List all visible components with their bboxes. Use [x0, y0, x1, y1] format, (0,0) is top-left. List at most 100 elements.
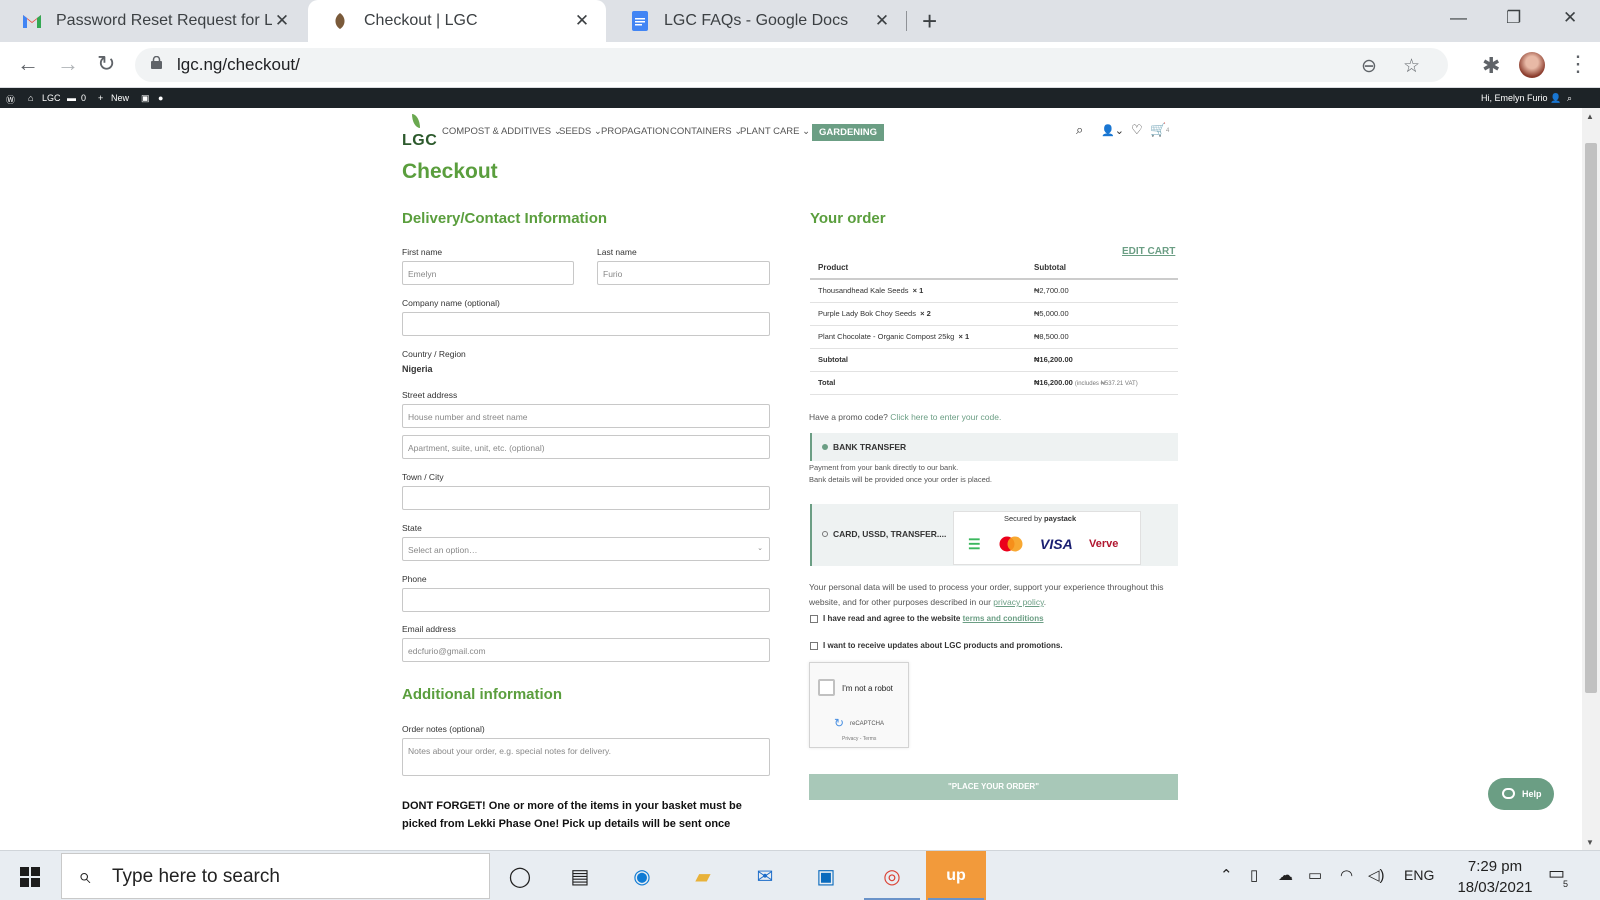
onedrive-icon[interactable]: ☁: [1278, 866, 1293, 884]
new-tab-button[interactable]: +: [922, 8, 937, 34]
search-icon[interactable]: ⌕: [1567, 93, 1572, 104]
bookmark-star-icon[interactable]: ☆: [1403, 55, 1420, 78]
upwork-icon[interactable]: up: [926, 851, 986, 900]
phone-label: Phone: [402, 574, 427, 584]
scroll-up-icon[interactable]: ▲: [1586, 112, 1594, 121]
menu-seeds[interactable]: SEEDS ⌄: [559, 126, 602, 137]
chrome-menu-icon[interactable]: ⋮: [1567, 51, 1589, 77]
menu-propagation[interactable]: PROPAGATION: [601, 126, 669, 137]
table-row: Plant Chocolate - Organic Compost 25kg ×…: [810, 325, 1178, 349]
account-icon[interactable]: 👤⌄: [1101, 124, 1124, 137]
meet-now-icon[interactable]: ▯: [1250, 866, 1258, 884]
cortana-icon[interactable]: ◯: [490, 851, 550, 900]
close-icon[interactable]: ✕: [572, 11, 592, 31]
menu-containers[interactable]: CONTAINERS ⌄: [670, 126, 742, 137]
minimize-button[interactable]: —: [1450, 8, 1467, 28]
file-explorer-icon[interactable]: ▰: [673, 851, 733, 900]
street-input[interactable]: House number and street name: [402, 404, 770, 428]
close-icon[interactable]: ✕: [872, 11, 892, 31]
tab-password-reset[interactable]: Password Reset Request for LGC ✕: [0, 0, 306, 42]
wishlist-heart-icon[interactable]: ♡: [1131, 122, 1143, 138]
item-price: ₦5,000.00: [1026, 302, 1178, 326]
terms-link[interactable]: terms and conditions: [963, 614, 1044, 623]
reload-icon[interactable]: ↻: [97, 51, 115, 77]
recaptcha-links[interactable]: Privacy - Terms: [842, 736, 876, 742]
page-content: LGC COMPOST & ADDITIVES ⌄ SEEDS ⌄ PROPAG…: [0, 108, 1582, 850]
admin-site-link[interactable]: LGC: [42, 93, 61, 103]
tab-checkout[interactable]: Checkout | LGC ✕: [308, 0, 606, 42]
first-name-label: First name: [402, 247, 443, 257]
first-name-input[interactable]: Emelyn: [402, 261, 574, 285]
dell-icon[interactable]: ▣: [796, 851, 856, 900]
place-order-button[interactable]: "PLACE YOUR ORDER": [809, 774, 1178, 800]
admin-greeting[interactable]: Hi, Emelyn Furio: [1481, 93, 1548, 103]
admin-comments-count[interactable]: 0: [81, 93, 86, 103]
profile-avatar[interactable]: [1519, 52, 1545, 78]
table-row: Thousandhead Kale Seeds × 1 ₦2,700.00: [810, 279, 1178, 303]
task-view-icon[interactable]: ▤: [550, 851, 610, 900]
table-row: Purple Lady Bok Choy Seeds × 2 ₦5,000.00: [810, 302, 1178, 326]
forward-icon[interactable]: →: [57, 51, 79, 77]
order-heading: Your order: [810, 210, 886, 227]
recaptcha-checkbox[interactable]: [818, 679, 835, 696]
subtotal-row: Subtotal ₦16,200.00: [810, 348, 1178, 372]
recaptcha-icon: ↻: [834, 716, 845, 730]
edge-icon[interactable]: ◉: [612, 851, 672, 900]
help-button[interactable]: Help: [1488, 778, 1554, 810]
close-icon[interactable]: ✕: [272, 11, 292, 31]
wordpress-icon[interactable]: Ⓦ: [6, 93, 15, 106]
menu-plant-care[interactable]: PLANT CARE ⌄: [740, 126, 810, 137]
chevron-up-icon[interactable]: ⌃: [1220, 866, 1233, 884]
state-label: State: [402, 523, 422, 533]
extensions-icon[interactable]: ✱: [1482, 53, 1500, 79]
bank-transfer-option[interactable]: BANK TRANSFER: [810, 433, 1178, 461]
chrome-icon[interactable]: ◎: [862, 851, 922, 900]
menu-compost[interactable]: COMPOST & ADDITIVES ⌄: [442, 126, 562, 137]
taskbar-clock[interactable]: 7:29 pm 18/03/2021: [1450, 856, 1540, 898]
restore-button[interactable]: ❐: [1506, 8, 1521, 28]
admin-new-link[interactable]: New: [111, 93, 129, 103]
privacy-policy-link[interactable]: privacy policy: [993, 597, 1043, 607]
zoom-icon[interactable]: ⊖: [1361, 55, 1377, 78]
cart-icon[interactable]: 🛒: [1150, 122, 1166, 138]
subtotal-value: ₦16,200.00: [1026, 348, 1178, 372]
email-input[interactable]: edcfurio@gmail.com: [402, 638, 770, 662]
last-name-input[interactable]: Furio: [597, 261, 770, 285]
taskbar-search[interactable]: ⌕ Type here to search: [61, 853, 490, 899]
order-notes-textarea[interactable]: Notes about your order, e.g. special not…: [402, 738, 770, 776]
language-indicator[interactable]: ENG: [1404, 867, 1434, 883]
page-scrollbar[interactable]: ▲ ▼: [1582, 108, 1600, 850]
col-subtotal: Subtotal: [1026, 256, 1178, 280]
mail-icon[interactable]: ✉: [735, 851, 795, 900]
tab-title: LGC FAQs - Google Docs: [664, 12, 849, 29]
promo-link[interactable]: Click here to enter your code.: [890, 412, 1001, 422]
radio-unselected-icon[interactable]: [822, 531, 828, 537]
phone-input[interactable]: [402, 588, 770, 612]
battery-icon[interactable]: ▭: [1308, 866, 1322, 884]
tab-faqs[interactable]: LGC FAQs - Google Docs ✕: [608, 0, 906, 42]
country-value: Nigeria: [402, 364, 433, 374]
address-bar[interactable]: lgc.ng/checkout/ ⊖ ☆: [135, 48, 1448, 82]
company-input[interactable]: [402, 312, 770, 336]
updates-checkbox[interactable]: [810, 642, 818, 650]
total-label: Total: [810, 371, 1026, 395]
street2-input[interactable]: Apartment, suite, unit, etc. (optional): [402, 435, 770, 459]
wifi-icon[interactable]: ◠: [1340, 866, 1353, 884]
menu-gardening[interactable]: GARDENING: [812, 124, 885, 141]
page-title: Checkout: [402, 160, 498, 183]
state-select[interactable]: Select an option… ⌄: [402, 537, 770, 561]
paystack-logo: paystack: [1044, 514, 1077, 523]
back-icon[interactable]: ←: [17, 51, 39, 77]
windows-start-icon[interactable]: [20, 867, 40, 887]
volume-icon[interactable]: ◁): [1368, 866, 1385, 884]
cache-icon[interactable]: ▣: [141, 93, 150, 104]
order-table: Product Subtotal Thousandhead Kale Seeds…: [810, 256, 1178, 395]
search-icon[interactable]: ⌕: [1076, 122, 1083, 138]
terms-checkbox[interactable]: [810, 615, 818, 623]
scrollbar-thumb[interactable]: [1585, 143, 1597, 693]
windows-taskbar: ⌕ Type here to search ◯ ▤ ◉ ▰ ✉ ▣ ◎ up ⌃…: [0, 850, 1600, 900]
scroll-down-icon[interactable]: ▼: [1586, 838, 1594, 847]
town-input[interactable]: [402, 486, 770, 510]
radio-selected-icon[interactable]: [822, 444, 828, 450]
window-close-button[interactable]: ✕: [1563, 8, 1577, 28]
